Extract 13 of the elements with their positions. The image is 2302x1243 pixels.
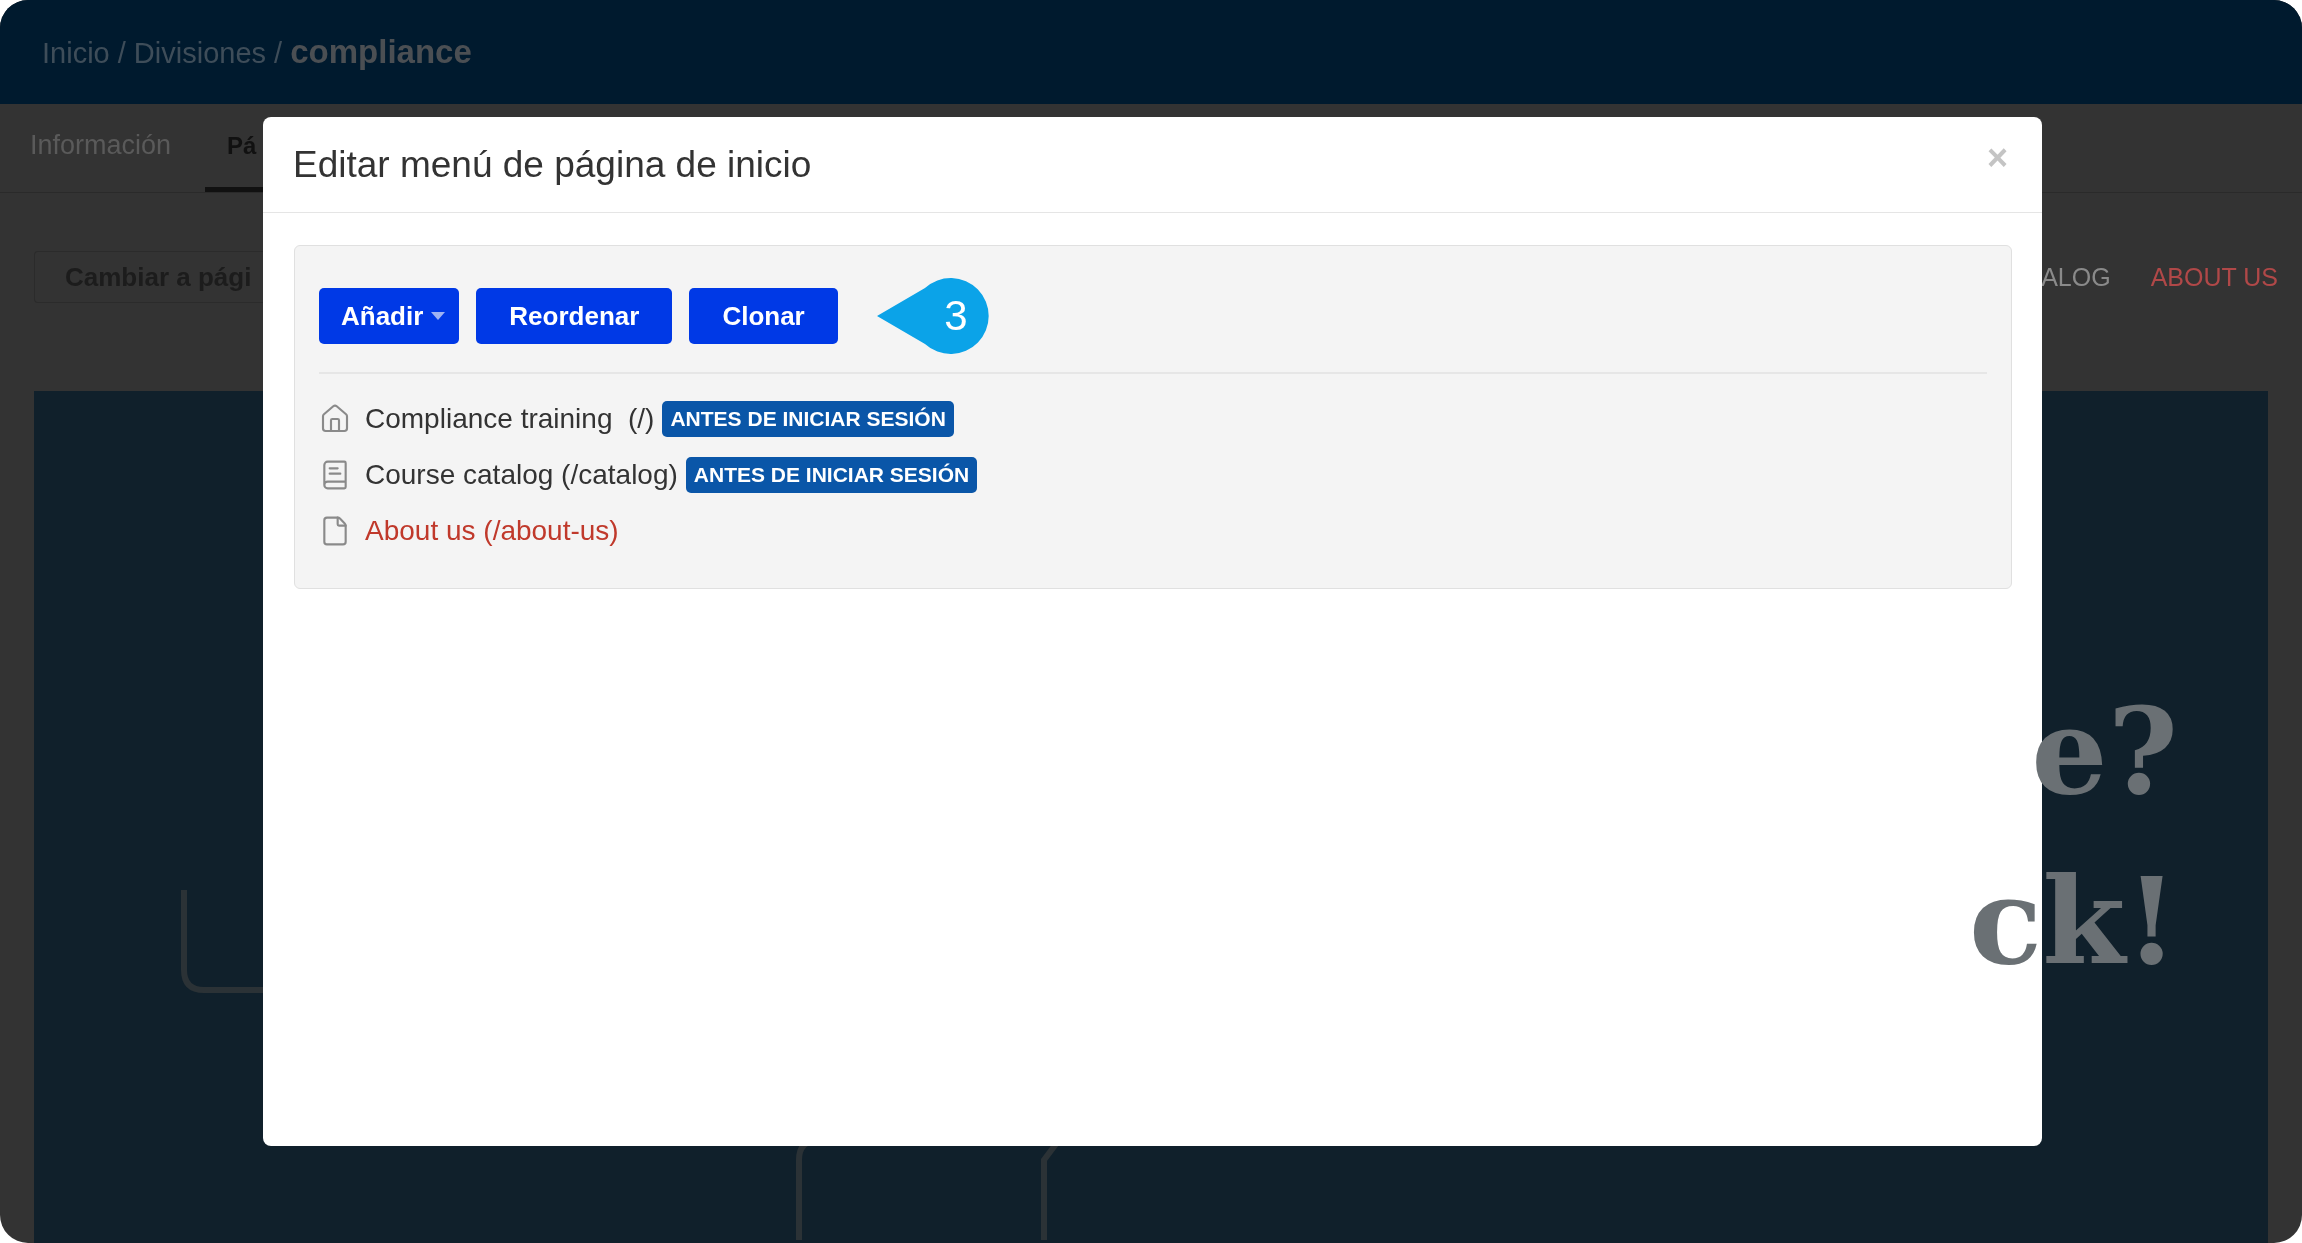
breadcrumb: Inicio / Divisiones / compliance [42,33,472,71]
home-icon [319,403,351,435]
action-button[interactable]: Reordenar [476,288,673,344]
dialog-title: Editar menú de página de inicio [293,143,812,186]
status-badge: ANTES DE INICIAR SESIÓN [662,401,954,437]
action-button[interactable]: Clonar [689,288,838,344]
menu-item-link[interactable]: Course catalog (/catalog) [365,459,678,491]
nav-link[interactable]: ALOG [2041,263,2111,292]
menu-item-link[interactable]: Compliance training (/) [365,403,655,435]
add-dropdown-button[interactable]: Añadir [319,288,460,344]
menu-item-link[interactable]: About us (/about-us) [365,515,619,547]
caret-icon [431,312,446,320]
status-badge: ANTES DE INICIAR SESIÓN [685,457,978,493]
